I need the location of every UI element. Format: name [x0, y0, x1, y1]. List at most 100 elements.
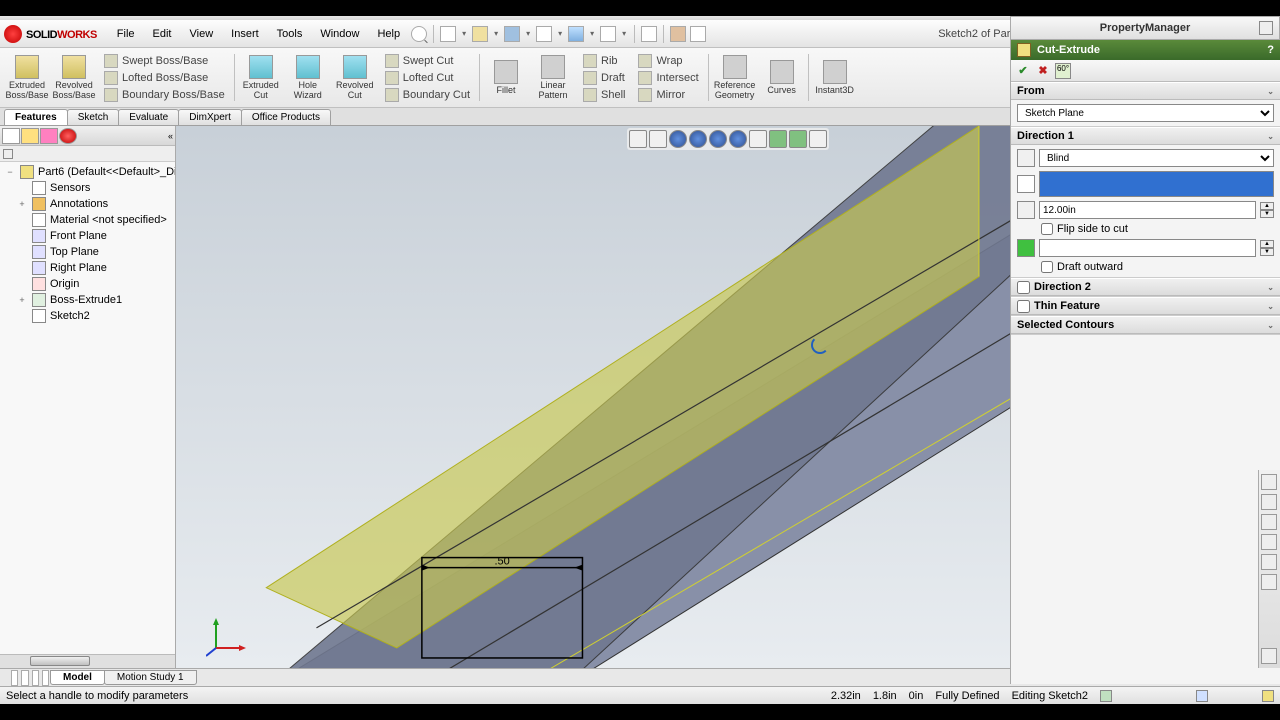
cmd-rib[interactable]: Rib [581, 53, 627, 69]
bottom-tab-motion[interactable]: Motion Study 1 [104, 670, 197, 685]
undo-icon[interactable] [568, 26, 584, 42]
tree-right-plane[interactable]: Right Plane [2, 260, 173, 276]
direction-vector-input[interactable] [1039, 171, 1274, 197]
print-icon[interactable] [536, 26, 552, 42]
detailed-preview-icon[interactable]: 60° [1055, 63, 1071, 79]
tree-origin[interactable]: Origin [2, 276, 173, 292]
view-orientation-icon[interactable] [709, 130, 727, 148]
taskpane-design-library-icon[interactable] [1261, 494, 1277, 510]
cmd-draft[interactable]: Draft [581, 70, 627, 86]
btab-nav3-icon[interactable] [32, 670, 39, 686]
btab-nav2-icon[interactable] [21, 670, 28, 686]
cmd-instant3d[interactable]: Instant3D [812, 50, 858, 105]
tab-evaluate[interactable]: Evaluate [118, 109, 179, 125]
reverse-direction-icon[interactable] [1017, 149, 1035, 167]
menu-edit[interactable]: Edit [145, 24, 180, 44]
ok-button[interactable]: ✔ [1015, 63, 1031, 79]
cmd-lofted-cut[interactable]: Lofted Cut [383, 70, 472, 86]
cmd-boundary-boss[interactable]: Boundary Boss/Base [102, 87, 227, 103]
pm-section-from[interactable]: From⌄ [1011, 82, 1280, 100]
status-icon-3[interactable] [1262, 690, 1274, 702]
fm-collapse-icon[interactable]: « [168, 131, 173, 141]
btab-nav1-icon[interactable] [11, 670, 18, 686]
thin-feature-checkbox[interactable] [1017, 300, 1030, 313]
fm-icon-1[interactable] [2, 128, 20, 144]
new-icon[interactable] [440, 26, 456, 42]
cmd-lofted-boss[interactable]: Lofted Boss/Base [102, 70, 227, 86]
rebuild-icon[interactable] [670, 26, 686, 42]
draft-icon[interactable] [1017, 239, 1035, 257]
taskpane-bottom-icon[interactable] [1261, 648, 1277, 664]
print-dd[interactable]: ▾ [555, 26, 565, 42]
tree-sketch2[interactable]: Sketch2 [2, 308, 173, 324]
from-select[interactable]: Sketch Plane [1017, 104, 1274, 122]
undo-dd[interactable]: ▾ [587, 26, 597, 42]
depth-spinner[interactable]: ▲▼ [1260, 202, 1274, 218]
direction-vector-icon[interactable] [1017, 175, 1035, 193]
pm-help-icon[interactable]: ? [1267, 44, 1274, 56]
menu-insert[interactable]: Insert [223, 24, 267, 44]
btab-nav4-icon[interactable] [42, 670, 49, 686]
fm-filter[interactable] [0, 146, 175, 162]
zoom-fit-icon[interactable] [629, 130, 647, 148]
status-icon-2[interactable] [1196, 690, 1208, 702]
cmd-extruded-cut[interactable]: Extruded Cut [238, 50, 284, 105]
menu-window[interactable]: Window [312, 24, 367, 44]
fm-hscroll[interactable] [0, 654, 175, 668]
pm-section-direction2[interactable]: Direction 2⌄ [1011, 278, 1280, 296]
draft-spinner[interactable]: ▲▼ [1260, 240, 1274, 256]
fm-icon-2[interactable] [21, 128, 39, 144]
pm-pin-icon[interactable] [1259, 21, 1273, 35]
options-icon[interactable] [690, 26, 706, 42]
tree-material[interactable]: Material <not specified> [2, 212, 173, 228]
edit-appearance-icon[interactable] [769, 130, 787, 148]
cmd-revolved-cut[interactable]: Revolved Cut [332, 50, 378, 105]
tab-office-products[interactable]: Office Products [241, 109, 331, 125]
tab-dimxpert[interactable]: DimXpert [178, 109, 242, 125]
fm-icon-4[interactable] [59, 128, 77, 144]
tab-features[interactable]: Features [4, 109, 68, 125]
redo-dd[interactable]: ▾ [619, 26, 629, 42]
taskpane-custom-props-icon[interactable] [1261, 574, 1277, 590]
cmd-extruded-boss[interactable]: Extruded Boss/Base [4, 50, 50, 105]
pm-section-contours[interactable]: Selected Contours⌄ [1011, 316, 1280, 334]
tree-boss-extrude1[interactable]: +Boss-Extrude1 [2, 292, 173, 308]
tab-sketch[interactable]: Sketch [67, 109, 120, 125]
cmd-mirror[interactable]: Mirror [636, 87, 700, 103]
taskpane-file-explorer-icon[interactable] [1261, 514, 1277, 530]
cmd-boundary-cut[interactable]: Boundary Cut [383, 87, 472, 103]
cmd-linear-pattern[interactable]: Linear Pattern [530, 50, 576, 105]
search-icon[interactable] [411, 26, 427, 42]
menu-help[interactable]: Help [369, 24, 408, 44]
cmd-ref-geometry[interactable]: Reference Geometry [712, 50, 758, 105]
redo-icon[interactable] [600, 26, 616, 42]
menu-tools[interactable]: Tools [269, 24, 311, 44]
open-dd[interactable]: ▾ [491, 26, 501, 42]
flip-side-checkbox[interactable] [1041, 223, 1053, 235]
end-condition-select[interactable]: Blind [1039, 149, 1274, 167]
save-icon[interactable] [504, 26, 520, 42]
menu-view[interactable]: View [182, 24, 222, 44]
cmd-hole-wizard[interactable]: Hole Wizard [285, 50, 331, 105]
pm-section-direction1[interactable]: Direction 1⌄ [1011, 127, 1280, 145]
section-view-icon[interactable] [689, 130, 707, 148]
cmd-fillet[interactable]: Fillet [483, 50, 529, 105]
cmd-shell[interactable]: Shell [581, 87, 627, 103]
prev-view-icon[interactable] [669, 130, 687, 148]
select-icon[interactable] [641, 26, 657, 42]
bottom-tab-model[interactable]: Model [50, 670, 105, 685]
taskpane-view-palette-icon[interactable] [1261, 534, 1277, 550]
cmd-curves[interactable]: Curves [759, 50, 805, 105]
pm-section-thin-feature[interactable]: Thin Feature⌄ [1011, 297, 1280, 315]
zoom-area-icon[interactable] [649, 130, 667, 148]
open-icon[interactable] [472, 26, 488, 42]
save-dd[interactable]: ▾ [523, 26, 533, 42]
draft-outward-checkbox[interactable] [1041, 261, 1053, 273]
tree-root[interactable]: −Part6 (Default<<Default>_Disp [2, 164, 173, 180]
menu-file[interactable]: File [109, 24, 143, 44]
cmd-revolved-boss[interactable]: Revolved Boss/Base [51, 50, 97, 105]
tree-top-plane[interactable]: Top Plane [2, 244, 173, 260]
cmd-intersect[interactable]: Intersect [636, 70, 700, 86]
taskpane-resources-icon[interactable] [1261, 474, 1277, 490]
tree-sensors[interactable]: Sensors [2, 180, 173, 196]
